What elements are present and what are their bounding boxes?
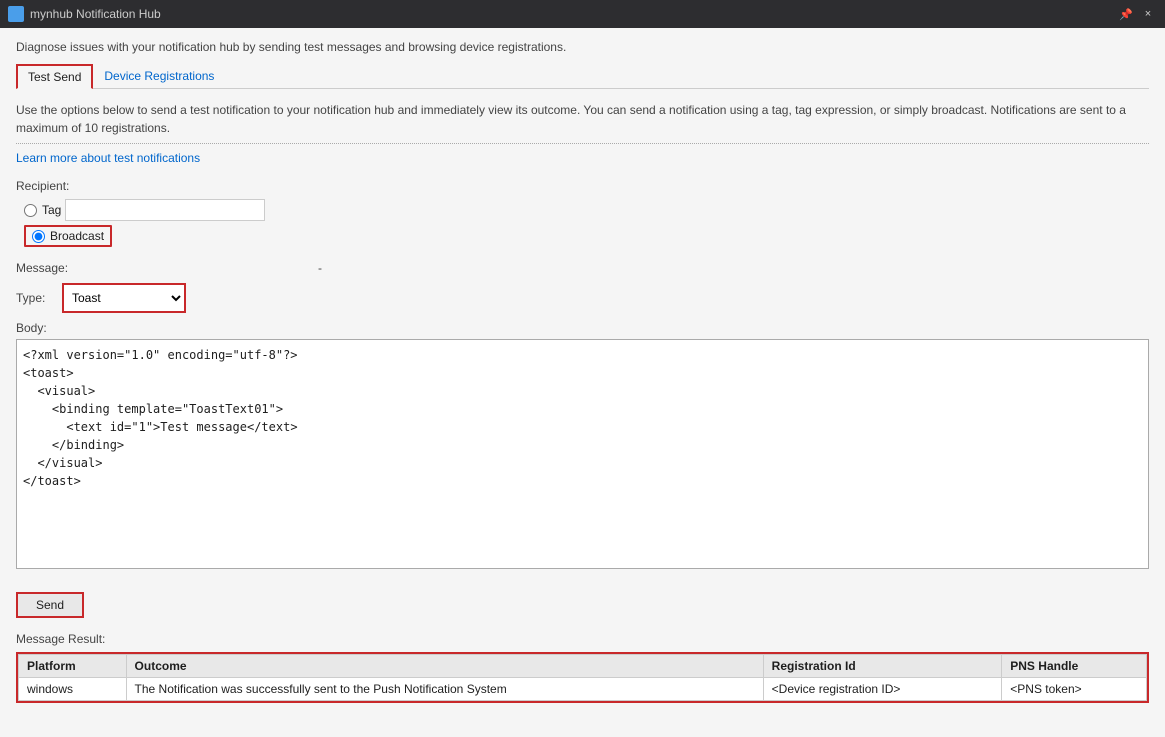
cell-platform: windows: [19, 678, 127, 701]
title-bar-text: mynhub Notification Hub: [30, 7, 1117, 21]
message-section: Message: - Type: Toast Tile Badge Raw Bo…: [16, 261, 1149, 572]
broadcast-radio[interactable]: [32, 230, 45, 243]
col-registration-id: Registration Id: [763, 655, 1002, 678]
result-label: Message Result:: [16, 632, 1149, 646]
tabs-container: Test Send Device Registrations: [16, 64, 1149, 89]
pin-button[interactable]: 📌: [1117, 5, 1135, 23]
recipient-label: Recipient:: [16, 179, 1149, 193]
tab-device-registrations[interactable]: Device Registrations: [93, 64, 225, 89]
learn-more-link[interactable]: Learn more about test notifications: [16, 151, 200, 165]
cell-pns-handle: <PNS token>: [1002, 678, 1147, 701]
cell-outcome: The Notification was successfully sent t…: [126, 678, 763, 701]
subtitle-text: Diagnose issues with your notification h…: [16, 40, 1149, 54]
tag-row: Tag: [24, 199, 1149, 221]
send-button-wrapper: Send: [16, 592, 84, 618]
close-button[interactable]: ×: [1139, 5, 1157, 23]
type-select[interactable]: Toast Tile Badge Raw: [64, 285, 184, 311]
main-container: Diagnose issues with your notification h…: [0, 28, 1165, 737]
result-table-wrapper: Platform Outcome Registration Id PNS Han…: [16, 652, 1149, 703]
send-button[interactable]: Send: [18, 594, 82, 616]
table-row: windows The Notification was successfull…: [19, 678, 1147, 701]
tag-input[interactable]: [65, 199, 265, 221]
tag-radio[interactable]: [24, 204, 37, 217]
message-header: Message: -: [16, 261, 1149, 275]
table-header-row: Platform Outcome Registration Id PNS Han…: [19, 655, 1147, 678]
cell-registration-id: <Device registration ID>: [763, 678, 1002, 701]
broadcast-row: Broadcast: [24, 225, 112, 247]
col-pns-handle: PNS Handle: [1002, 655, 1147, 678]
type-row: Type: Toast Tile Badge Raw: [16, 283, 1149, 313]
message-label: Message:: [16, 261, 68, 275]
col-platform: Platform: [19, 655, 127, 678]
result-section: Message Result: Platform Outcome Registr…: [16, 632, 1149, 703]
body-label: Body:: [16, 321, 1149, 335]
type-select-wrapper: Toast Tile Badge Raw: [62, 283, 186, 313]
result-table: Platform Outcome Registration Id PNS Han…: [18, 654, 1147, 701]
title-bar: mynhub Notification Hub 📌 ×: [0, 0, 1165, 28]
col-outcome: Outcome: [126, 655, 763, 678]
app-icon: [8, 6, 24, 22]
broadcast-label: Broadcast: [50, 229, 104, 243]
message-dash: -: [318, 261, 322, 275]
section-description: Use the options below to send a test not…: [16, 101, 1149, 137]
tag-label: Tag: [42, 203, 61, 217]
body-textarea[interactable]: <?xml version="1.0" encoding="utf-8"?> <…: [16, 339, 1149, 569]
tab-test-send[interactable]: Test Send: [16, 64, 93, 89]
radio-group: Tag Broadcast: [24, 199, 1149, 247]
type-label: Type:: [16, 291, 56, 305]
recipient-section: Recipient: Tag Broadcast: [16, 179, 1149, 247]
